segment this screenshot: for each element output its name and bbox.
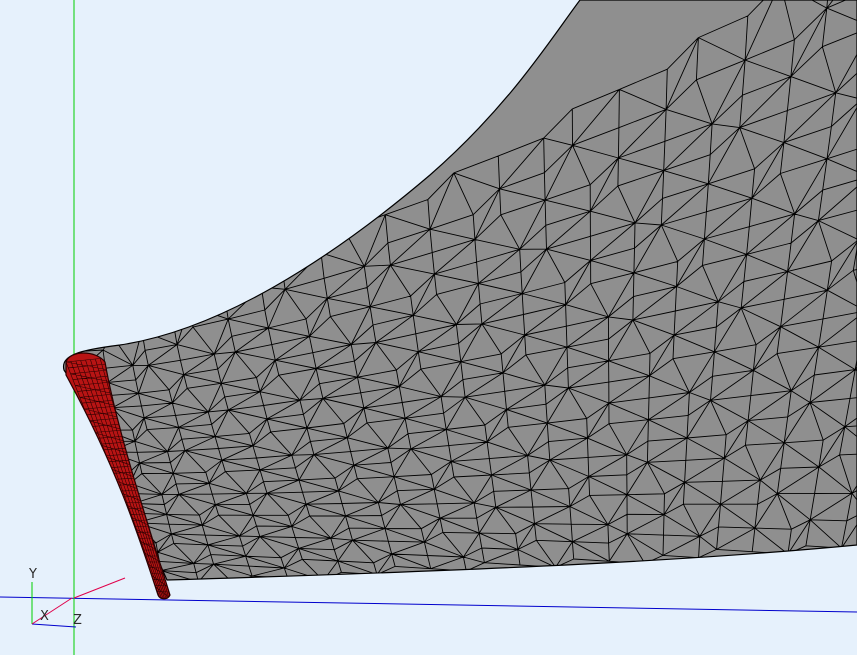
scene-axis-z-line <box>0 596 857 613</box>
axis-triad <box>31 582 77 628</box>
scene-axis-x-line <box>73 577 126 599</box>
triad-z-axis <box>31 623 77 628</box>
triad-z-label: Z <box>73 613 82 628</box>
triad-x-label: X <box>40 609 49 624</box>
triad-x-axis <box>31 597 73 625</box>
scene-canvas[interactable] <box>0 0 857 655</box>
mesh-body[interactable] <box>62 0 857 588</box>
3d-viewport[interactable]: Y X Z <box>0 0 857 655</box>
triad-y-label: Y <box>29 567 37 582</box>
